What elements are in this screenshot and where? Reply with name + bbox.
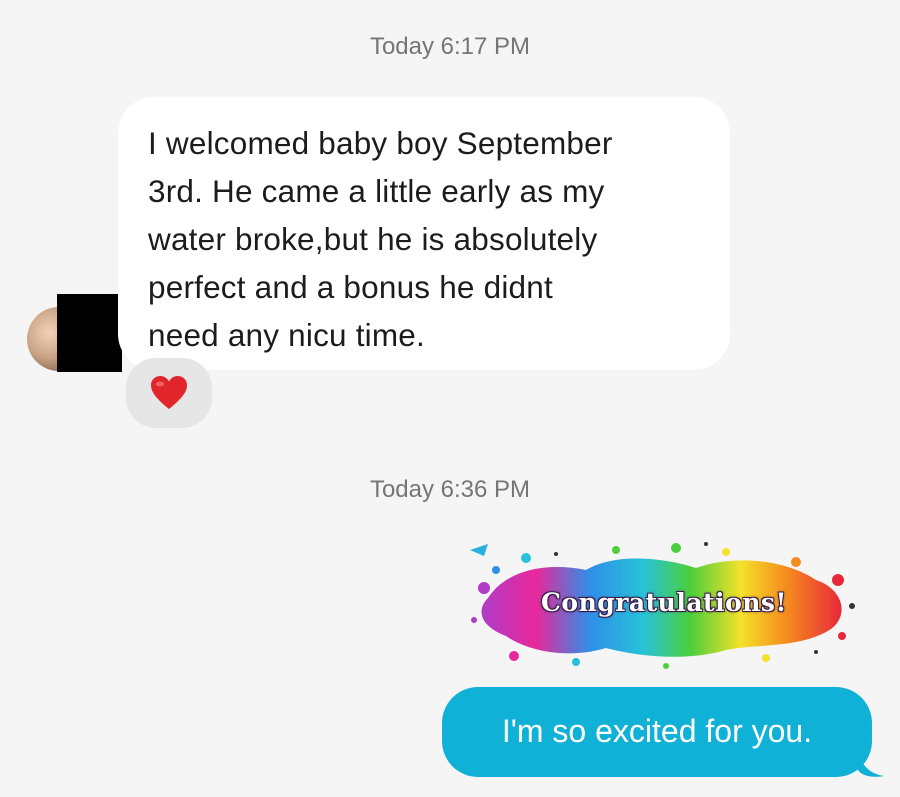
message-line: 3rd. He came a little early as my bbox=[148, 173, 605, 209]
timestamp: Today 6:17 PM bbox=[369, 33, 531, 60]
message-line: need any nicu time. bbox=[148, 317, 425, 353]
redaction-box bbox=[57, 294, 122, 372]
message-text: I'm so excited for you. bbox=[501, 712, 813, 749]
outgoing-message-bubble[interactable]: I'm so excited for you. bbox=[442, 687, 872, 777]
incoming-message-bubble[interactable]: I welcomed baby boy September 3rd. He ca… bbox=[118, 97, 730, 370]
bubble-tail bbox=[858, 752, 884, 777]
message-line: I welcomed baby boy September bbox=[148, 125, 613, 161]
message-line: water broke,but he is absolutely bbox=[148, 221, 598, 257]
timestamp: Today 6:36 PM bbox=[369, 476, 531, 503]
congratulations-sticker[interactable]: Congratulations! bbox=[466, 540, 862, 670]
red-heart-icon bbox=[151, 376, 187, 409]
message-line: perfect and a bonus he didnt bbox=[148, 269, 553, 305]
heart-reaction[interactable] bbox=[126, 358, 212, 428]
sticker-text: Congratulations! bbox=[541, 588, 787, 617]
